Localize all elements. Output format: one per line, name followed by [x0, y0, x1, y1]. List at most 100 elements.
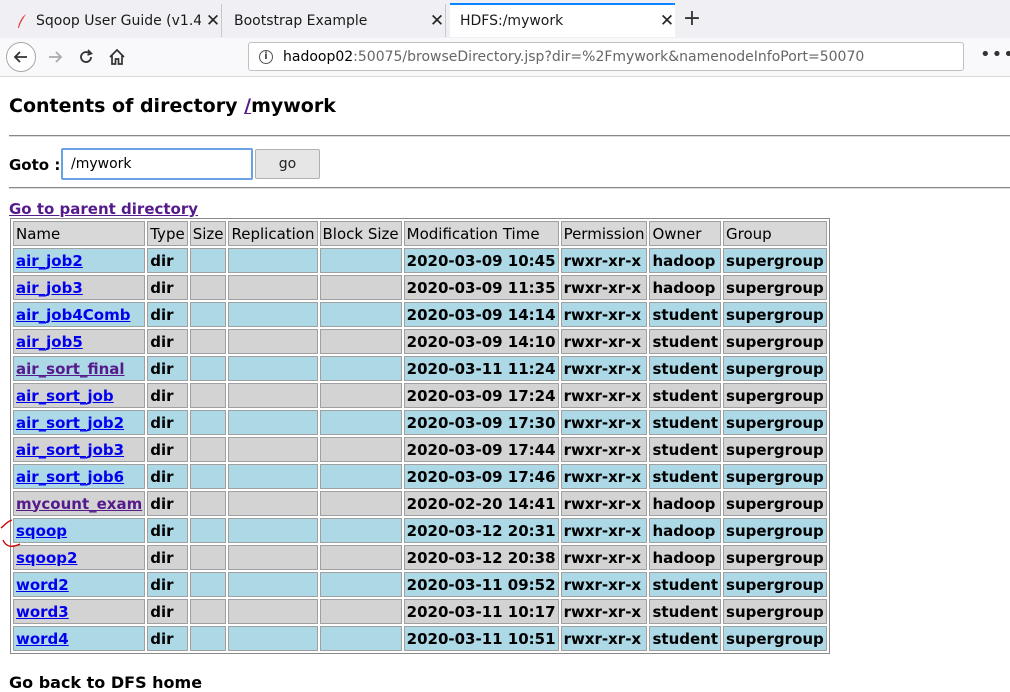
cell-permission: rwxr-xr-x	[560, 437, 648, 462]
title-dir: mywork	[251, 95, 336, 117]
directory-link[interactable]: air_job2	[16, 252, 83, 270]
directory-link[interactable]: word3	[16, 603, 69, 621]
cell-type: dir	[147, 599, 188, 624]
cell-replication	[228, 329, 318, 354]
directory-link[interactable]: mycount_exam	[16, 495, 142, 513]
cell-name: air_job4Comb	[13, 302, 146, 327]
cell-modification-time: 2020-03-09 10:45	[403, 248, 559, 273]
directory-link[interactable]: sqoop2	[16, 549, 77, 567]
cell-name: sqoop2	[13, 545, 146, 570]
cell-group: supergroup	[723, 356, 827, 381]
table-row: mycount_exam dir 2020-02-20 14:41 rwxr-xr-x…	[13, 491, 827, 516]
cell-type: dir	[147, 545, 188, 570]
tab-hdfs-mywork[interactable]: HDFS:/mywork ✕	[450, 3, 675, 37]
cell-modification-time: 2020-03-09 17:46	[403, 464, 559, 489]
cell-size	[189, 275, 227, 300]
col-header-group: Group	[723, 221, 827, 246]
home-icon[interactable]	[104, 44, 130, 70]
directory-link[interactable]: air_job5	[16, 333, 83, 351]
directory-link[interactable]: word2	[16, 576, 69, 594]
table-row: air_job2 dir 2020-03-09 10:45 rwxr-xr-x hado…	[13, 248, 827, 273]
feather-icon	[18, 13, 26, 28]
directory-link[interactable]: air_sort_job3	[16, 441, 124, 459]
directory-link[interactable]: sqoop	[16, 522, 67, 540]
url-host: hadoop02	[283, 48, 354, 65]
close-icon[interactable]: ✕	[205, 11, 221, 31]
cell-size	[189, 518, 227, 543]
go-button[interactable]: go	[255, 149, 320, 179]
info-icon[interactable]: i	[259, 49, 273, 64]
col-header-size: Size	[189, 221, 227, 246]
close-icon[interactable]: ✕	[659, 11, 675, 31]
directory-link[interactable]: air_job4Comb	[16, 306, 130, 324]
cell-group: supergroup	[723, 410, 827, 435]
directory-link[interactable]: air_sort_final	[16, 360, 125, 378]
cell-modification-time: 2020-03-09 11:35	[403, 275, 559, 300]
cell-type: dir	[147, 437, 188, 462]
cell-size	[189, 491, 227, 516]
divider	[9, 135, 1010, 137]
parent-directory-link[interactable]: Go to parent directory	[9, 200, 198, 218]
cell-size	[189, 437, 227, 462]
cell-name: air_sort_job6	[13, 464, 146, 489]
cell-type: dir	[147, 464, 188, 489]
cell-name: word3	[13, 599, 146, 624]
tab-title: Bootstrap Example	[234, 12, 368, 29]
plus-icon[interactable]: +	[681, 6, 703, 31]
cell-group: supergroup	[723, 572, 827, 597]
cell-replication	[228, 626, 318, 651]
cell-size	[189, 545, 227, 570]
cell-type: dir	[147, 275, 188, 300]
table-row: sqoop dir 2020-03-12 20:31 rwxr-xr-x hadoop s…	[13, 518, 827, 543]
cell-group: supergroup	[723, 626, 827, 651]
cell-permission: rwxr-xr-x	[560, 518, 648, 543]
cell-replication	[228, 491, 318, 516]
cell-owner: hadoop	[649, 545, 722, 570]
cell-name: mycount_exam	[13, 491, 146, 516]
cell-type: dir	[147, 248, 188, 273]
cell-group: supergroup	[723, 329, 827, 354]
directory-link[interactable]: word4	[16, 630, 69, 648]
reload-icon[interactable]	[73, 44, 99, 70]
cell-block-size	[319, 356, 402, 381]
cell-block-size	[319, 545, 402, 570]
cell-permission: rwxr-xr-x	[560, 491, 648, 516]
arrow-right-icon[interactable]	[42, 44, 68, 70]
directory-link[interactable]: air_job3	[16, 279, 83, 297]
cell-owner: hadoop	[649, 275, 722, 300]
cell-modification-time: 2020-02-20 14:41	[403, 491, 559, 516]
directory-link[interactable]: air_sort_job6	[16, 468, 124, 486]
directory-link[interactable]: air_sort_job	[16, 387, 114, 405]
address-bar[interactable]: i hadoop02:50075/browseDirectory.jsp?dir…	[248, 42, 964, 71]
cell-size	[189, 356, 227, 381]
table-row: air_sort_job3 dir 2020-03-09 17:44 rwxr-xr-…	[13, 437, 827, 462]
directory-table: Name Type Size Replication Block Size Mo…	[10, 218, 830, 654]
table-row: air_job5 dir 2020-03-09 14:10 rwxr-xr-x stud…	[13, 329, 827, 354]
cell-permission: rwxr-xr-x	[560, 302, 648, 327]
close-icon[interactable]: ✕	[429, 11, 445, 31]
cell-replication	[228, 275, 318, 300]
cell-permission: rwxr-xr-x	[560, 626, 648, 651]
table-row: sqoop2 dir 2020-03-12 20:38 rwxr-xr-x hadoop…	[13, 545, 827, 570]
tab-sqoop-user-guide[interactable]: Sqoop User Guide (v1.4.6) ✕	[6, 4, 222, 37]
goto-input[interactable]	[61, 148, 253, 180]
ellipsis-icon[interactable]: •••	[980, 44, 1010, 65]
cell-size	[189, 572, 227, 597]
table-row: air_sort_final dir 2020-03-11 11:24 rwxr-xr…	[13, 356, 827, 381]
cell-modification-time: 2020-03-12 20:31	[403, 518, 559, 543]
cell-block-size	[319, 464, 402, 489]
cell-size	[189, 464, 227, 489]
directory-link[interactable]: air_sort_job2	[16, 414, 124, 432]
arrow-left-icon[interactable]	[6, 42, 36, 72]
cell-block-size	[319, 329, 402, 354]
table-body: air_job2 dir 2020-03-09 10:45 rwxr-xr-x hado…	[13, 248, 827, 651]
col-header-name: Name	[13, 221, 146, 246]
cell-size	[189, 626, 227, 651]
cell-type: dir	[147, 572, 188, 597]
cell-name: word4	[13, 626, 146, 651]
tab-bootstrap-example[interactable]: Bootstrap Example ✕	[224, 4, 446, 37]
cell-modification-time: 2020-03-09 14:10	[403, 329, 559, 354]
cell-name: air_sort_job3	[13, 437, 146, 462]
cell-block-size	[319, 626, 402, 651]
cell-group: supergroup	[723, 437, 827, 462]
